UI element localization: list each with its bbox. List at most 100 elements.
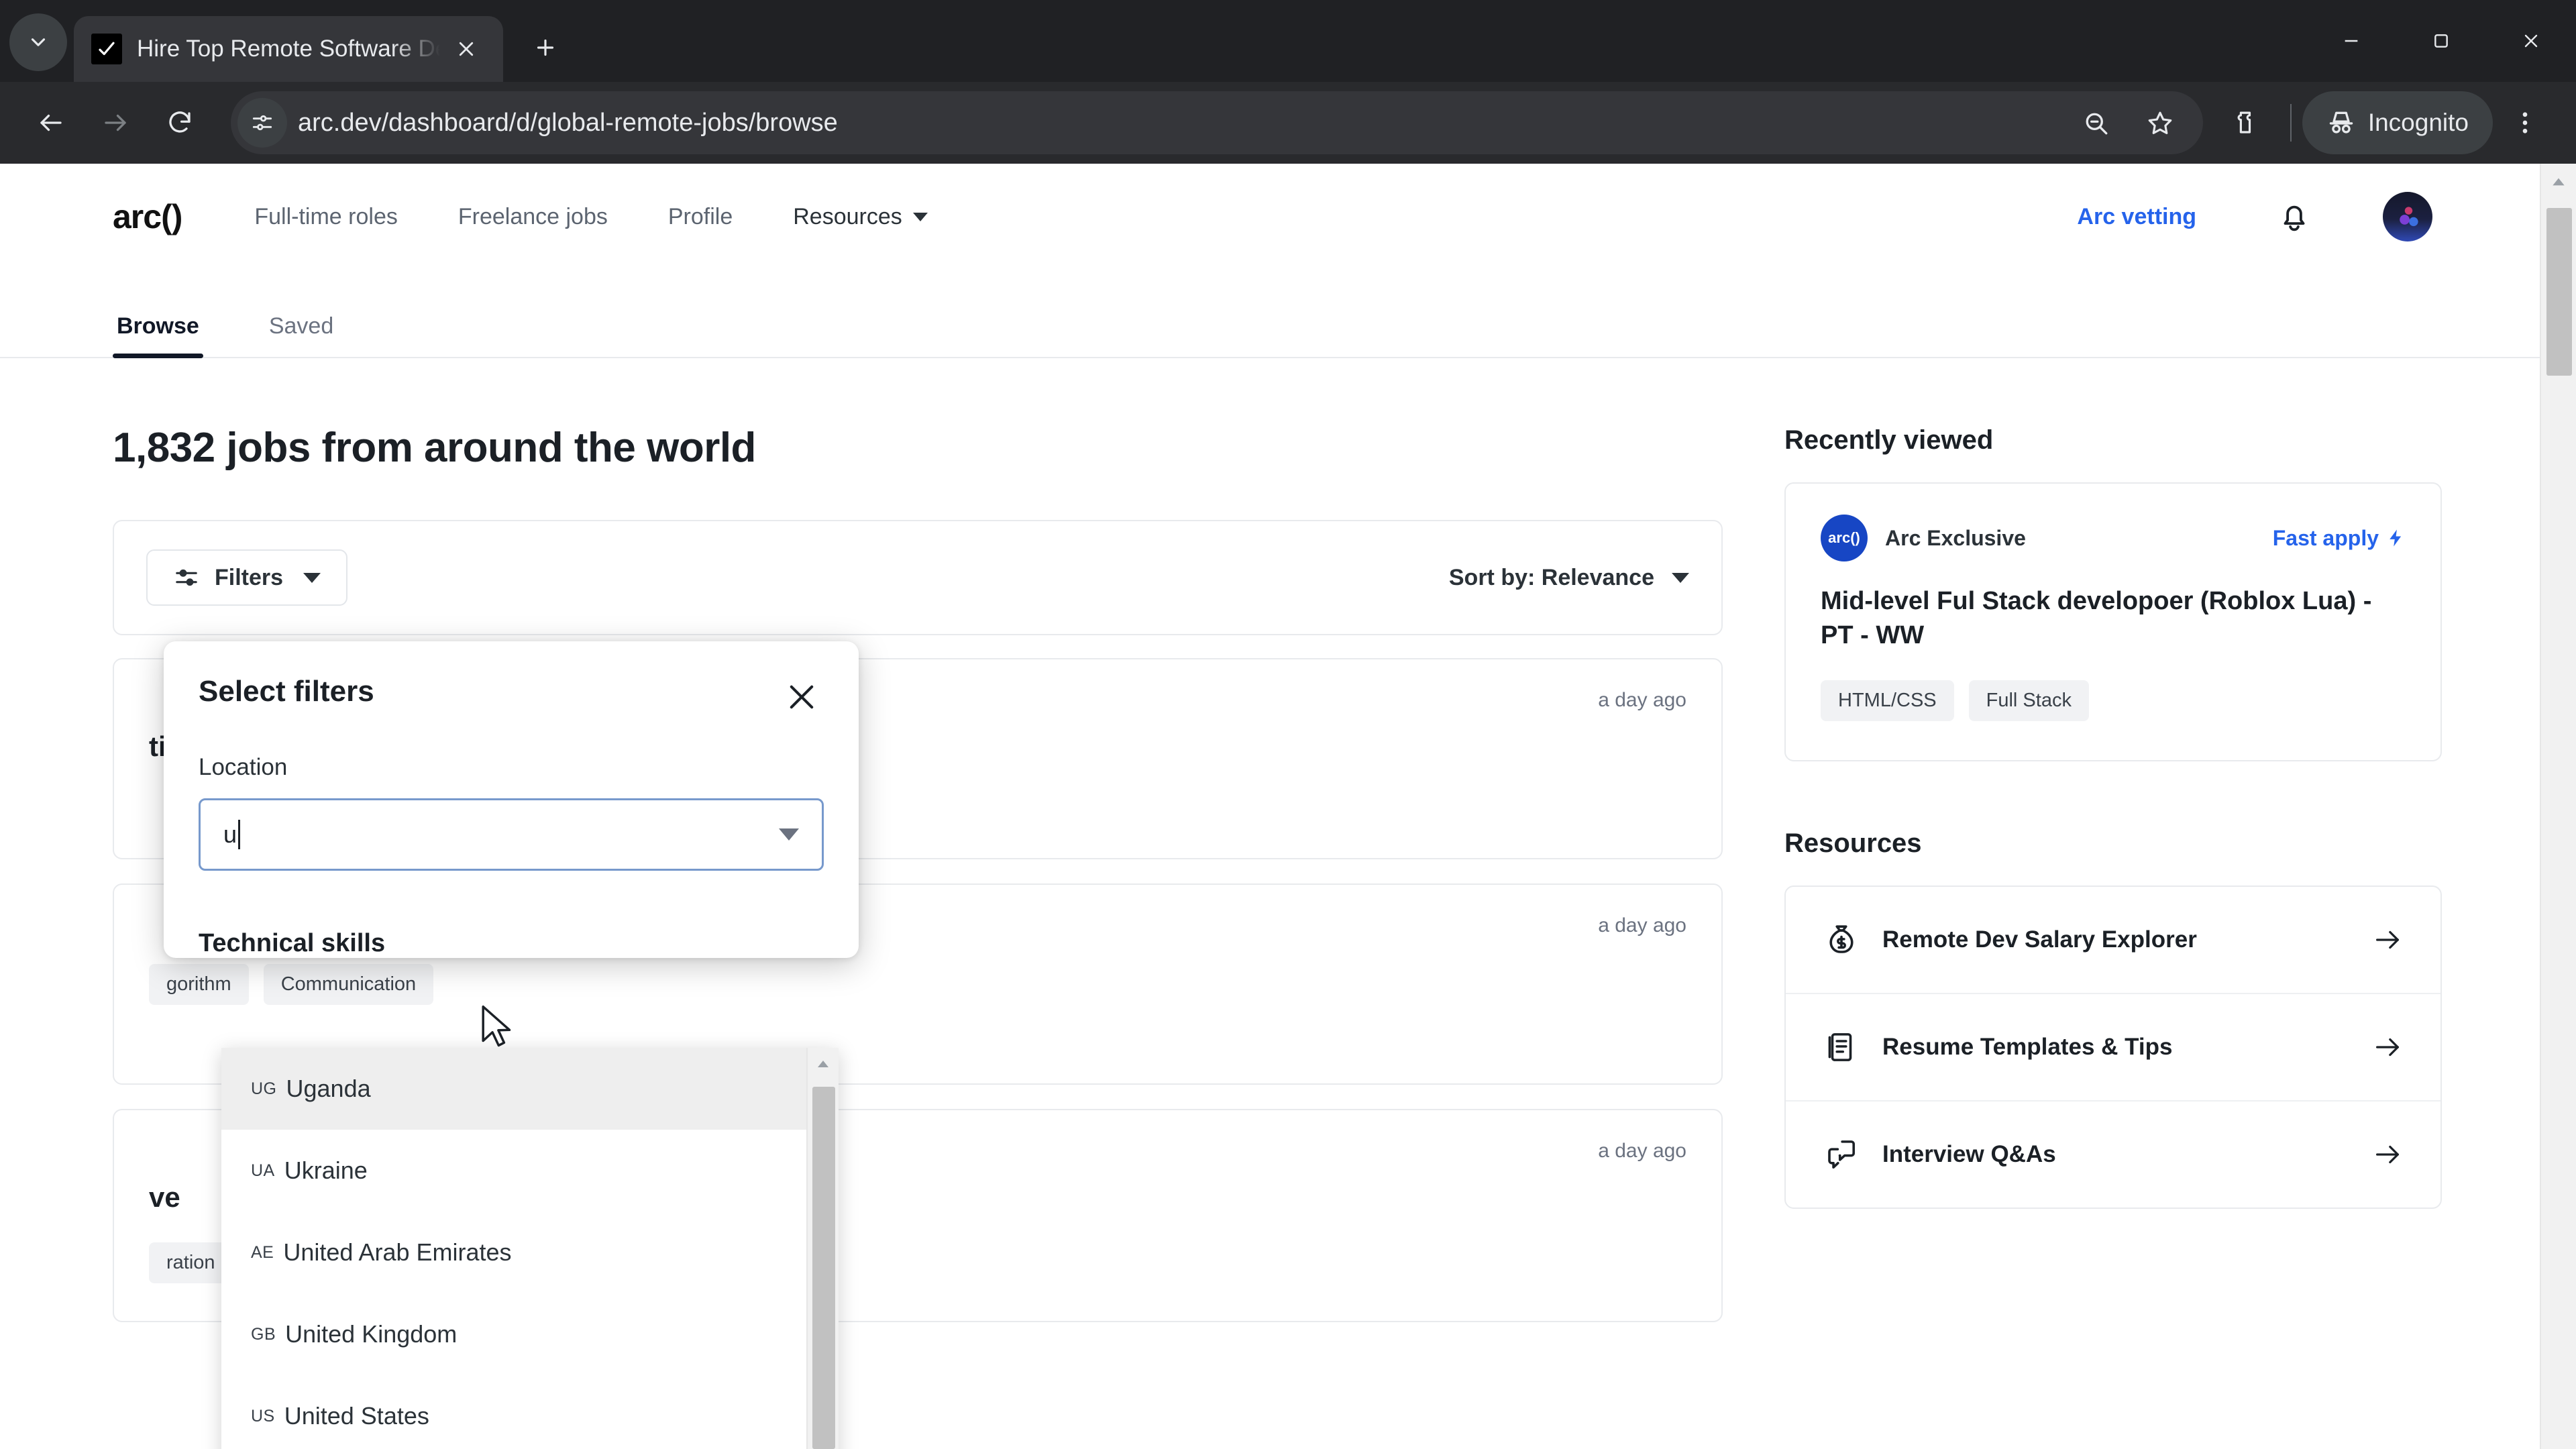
nav-label: Resources [793,203,902,229]
dropdown-scrollbar-thumb[interactable] [812,1087,835,1449]
nav-item-full-time-roles[interactable]: Full-time roles [254,204,397,230]
chevron-up-icon [818,1061,828,1067]
tab-close-button[interactable] [447,30,486,68]
close-window-icon [2524,34,2538,48]
close-icon [459,42,474,56]
modal-title: Select filters [199,675,374,708]
dropdown-scroll-up-button[interactable] [808,1048,839,1080]
browser-tab[interactable]: Hire Top Remote Software Deve [74,16,503,82]
toolbar-divider [2290,104,2292,142]
notifications-button[interactable] [2270,193,2318,241]
zoom-out-button[interactable] [2063,91,2128,155]
header-actions: Arc vetting [2077,192,2432,241]
job-tag[interactable]: gorithm [149,964,249,1005]
nav-label: Freelance jobs [458,203,608,229]
filters-button[interactable]: Filters [146,549,348,606]
reload-button[interactable] [148,91,212,155]
maximize-button[interactable] [2396,0,2486,82]
three-dot-menu-icon [2522,112,2528,133]
country-code: US [251,1406,275,1426]
fast-apply-label: Fast apply [2272,525,2379,550]
recently-viewed-heading: Recently viewed [1784,425,1994,455]
maximize-icon [2434,34,2448,48]
location-option[interactable]: UG Uganda [221,1048,806,1130]
country-code: UA [251,1161,275,1180]
plus-icon [537,39,554,56]
technical-skills-label: Technical skills [199,929,386,957]
tab-label: Saved [268,313,334,339]
job-tag[interactable]: ration [149,1242,233,1283]
country-name: Uganda [286,1075,371,1102]
speech-bubble-icon [1823,1136,1860,1173]
recently-viewed-card[interactable]: arc() Arc Exclusive Fast apply Mid-level… [1784,482,2442,761]
close-window-button[interactable] [2486,0,2576,82]
dropdown-scrollbar[interactable] [806,1048,839,1449]
chevron-down-icon[interactable] [779,828,799,841]
sort-by-label: Sort by: Relevance [1448,564,1654,590]
resource-item-salary-explorer[interactable]: Remote Dev Salary Explorer [1786,887,2440,994]
location-input[interactable]: u [223,820,241,849]
page-viewport: arc() Full-time roles Freelance jobs Pro… [0,164,2576,1449]
location-options-list: UG Uganda UA Ukraine AE United Arab Emir… [221,1048,806,1449]
tab-saved[interactable]: Saved [265,313,337,357]
nav-label: Full-time roles [254,203,398,229]
filters-button-label: Filters [215,564,284,590]
sort-by-button[interactable]: Sort by: Relevance [1449,565,1689,591]
location-option[interactable]: AE United Arab Emirates [221,1212,806,1293]
avatar[interactable] [2383,192,2432,241]
job-tag[interactable]: Communication [263,964,434,1005]
chevron-down-icon [303,572,321,583]
nav-label: Profile [667,203,733,229]
arrow-right-icon [2372,1032,2403,1063]
fast-apply-badge[interactable]: Fast apply [2273,526,2406,551]
site-settings-icon[interactable] [237,98,287,148]
arc-logo[interactable]: arc() [113,197,182,236]
job-tag[interactable]: HTML/CSS [1821,680,1954,721]
jobs-toolbar: Filters Sort by: Relevance [113,520,1723,635]
browser-window: Hire Top Remote Software Deve arc.dev/da… [0,0,2576,1449]
new-tab-button[interactable] [521,23,570,72]
recently-viewed-header: arc() Arc Exclusive Fast apply [1821,515,2406,561]
location-option[interactable]: US United States [221,1375,806,1449]
incognito-indicator[interactable]: Incognito [2302,91,2493,154]
scroll-up-button[interactable] [2541,164,2576,200]
minimize-icon [2345,40,2358,42]
resource-label: Interview Q&As [1882,1140,2056,1167]
location-option[interactable]: GB United Kingdom [221,1293,806,1375]
nav-item-resources[interactable]: Resources [793,204,928,230]
back-arrow-icon [40,114,62,131]
bookmark-button[interactable] [2128,91,2192,155]
location-select[interactable]: u [199,798,824,871]
extensions-button[interactable] [2215,91,2279,155]
address-bar[interactable]: arc.dev/dashboard/d/global-remote-jobs/b… [231,91,2203,154]
forward-button[interactable] [83,91,148,155]
arrow-right-icon [2372,924,2403,955]
job-posted-age: a day ago [1598,914,1686,936]
resource-item-interview-qas[interactable]: Interview Q&As [1786,1102,2440,1208]
job-tag[interactable]: Full Stack [1968,680,2089,721]
nav-item-profile[interactable]: Profile [668,204,733,230]
location-option[interactable]: UA Ukraine [221,1130,806,1212]
modal-close-button[interactable] [780,675,824,719]
star-icon [2148,111,2172,134]
nav-item-freelance-jobs[interactable]: Freelance jobs [458,204,608,230]
tab-search-button[interactable] [9,13,67,71]
back-button[interactable] [19,91,83,155]
country-name: United Arab Emirates [283,1238,512,1266]
minimize-button[interactable] [2306,0,2396,82]
scrollbar-thumb[interactable] [2546,208,2572,376]
tab-title: Hire Top Remote Software Deve [137,36,440,62]
job-posted-age: a day ago [1598,1140,1686,1162]
sidebar: Recently viewed arc() Arc Exclusive Fast… [1784,358,2442,1346]
chevron-down-icon [1672,572,1689,583]
resource-item-resume-templates[interactable]: Resume Templates & Tips [1786,994,2440,1102]
page-scrollbar[interactable] [2540,164,2576,1449]
bell-icon [2284,205,2305,231]
chevron-down-icon [912,212,928,221]
arc-vetting-link[interactable]: Arc vetting [2077,204,2196,230]
country-code: AE [251,1242,274,1262]
browser-menu-button[interactable] [2493,91,2557,155]
recently-viewed-job-title: Mid-level Ful Stack developoer (Roblox L… [1821,587,2372,650]
money-bag-icon [1823,922,1860,958]
tab-browse[interactable]: Browse [113,313,203,358]
